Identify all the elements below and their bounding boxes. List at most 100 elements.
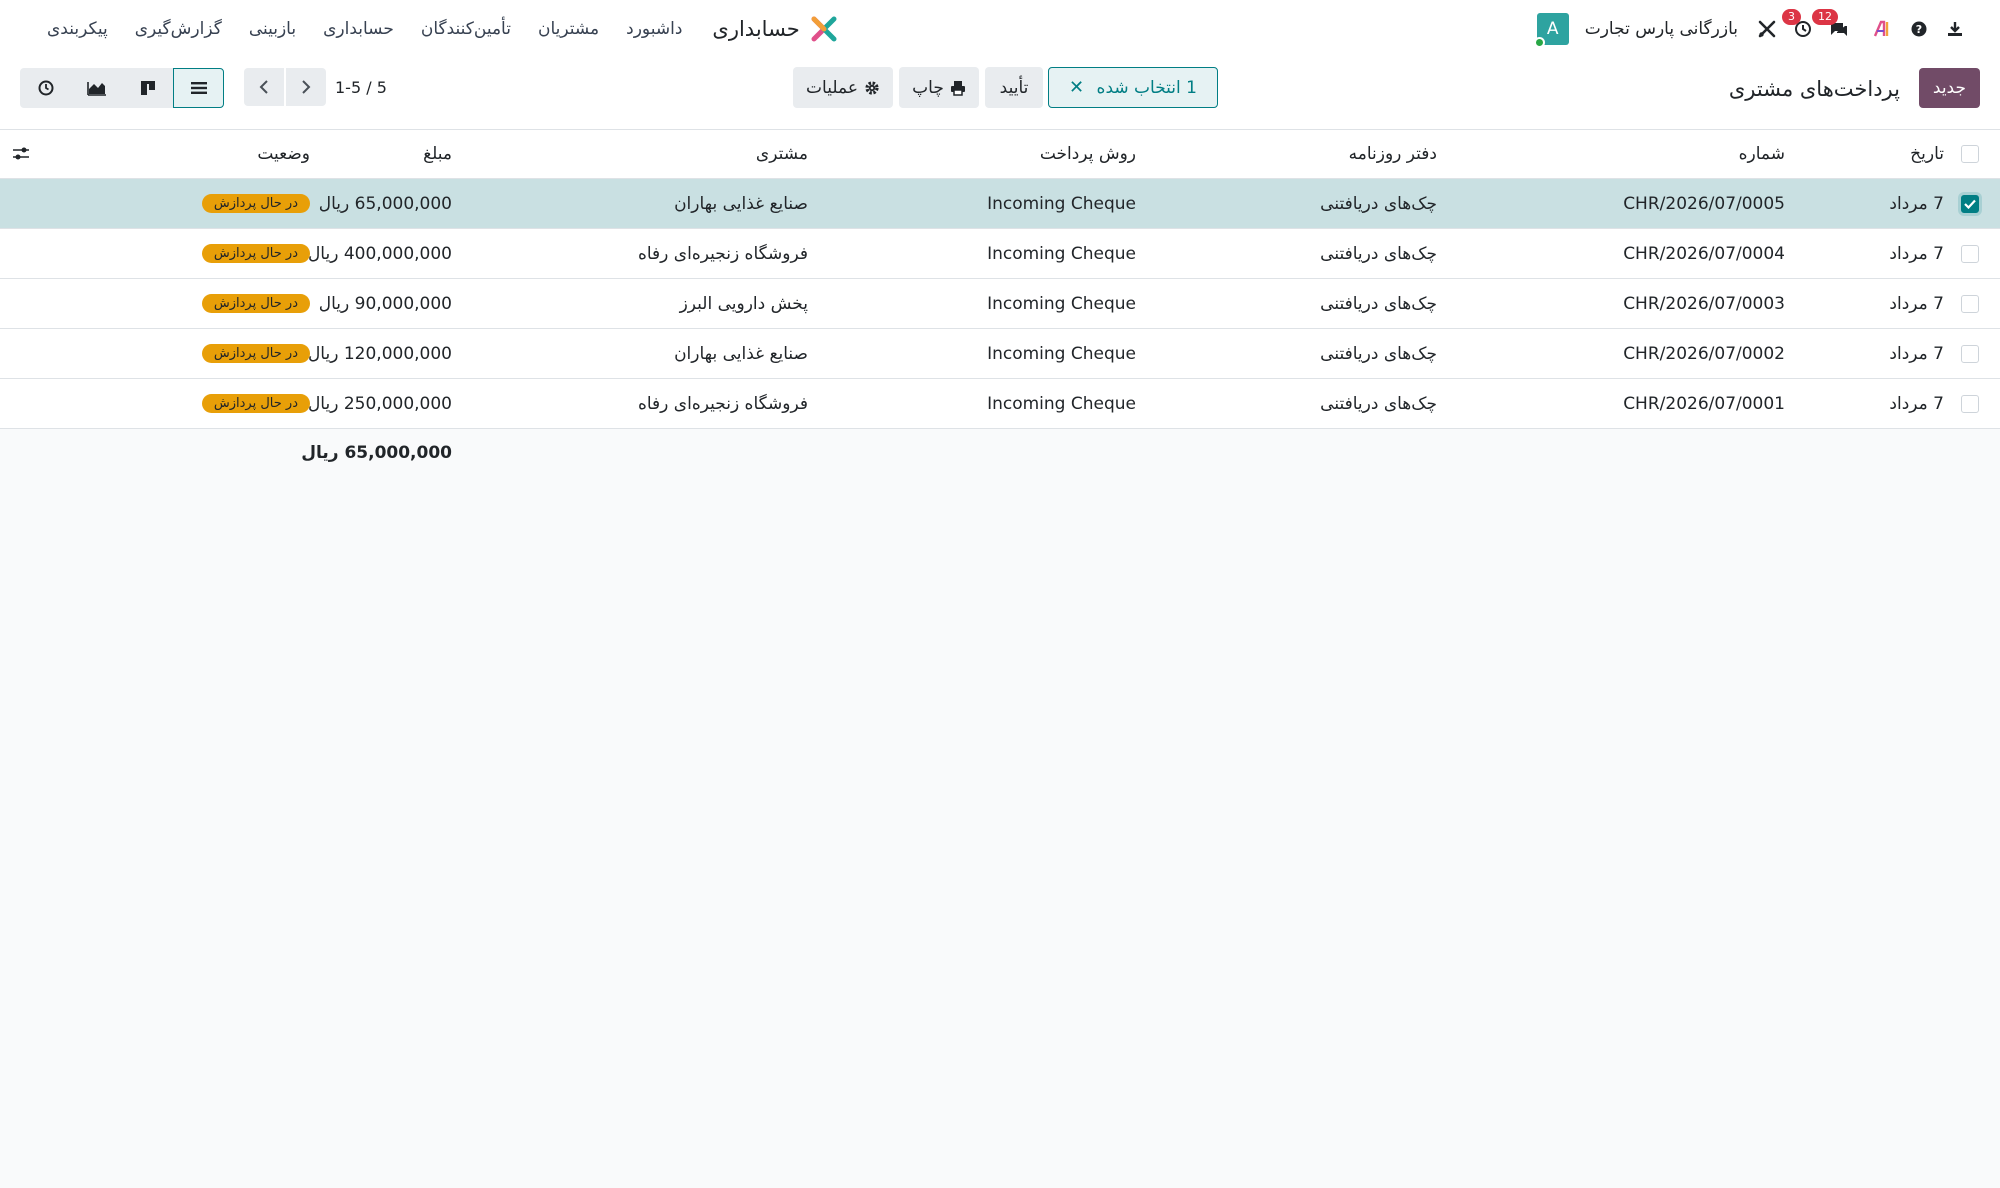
table-row[interactable]: 7 مرداد CHR/2026/07/0004 چک‌های دریافتنی… [0, 229, 2000, 279]
nav-item-reporting[interactable]: گزارش‌گیری [135, 19, 222, 39]
printer-icon [950, 80, 965, 96]
column-header-customer[interactable]: مشتری [756, 130, 808, 178]
row-checkbox[interactable] [1960, 179, 1980, 228]
status-badge: در حال پردازش [201, 194, 310, 213]
row-checkbox[interactable] [1960, 229, 1980, 278]
cell-number: CHR/2026/07/0001 [1623, 393, 1785, 414]
messages-icon[interactable]: 12 [1812, 9, 1850, 40]
cell-amount: 65,000,000 ریال [318, 193, 452, 214]
help-icon[interactable]: ? [1908, 18, 1930, 40]
cell-method: Incoming Cheque [987, 243, 1136, 264]
selection-indicator: 1 انتخاب شده ✕ [1048, 67, 1218, 108]
cell-amount: 120,000,000 ریال [307, 343, 452, 364]
nav-item-review[interactable]: بازبینی [249, 19, 296, 39]
cell-status: در حال پردازش [201, 329, 310, 378]
graph-view-button[interactable] [71, 68, 122, 108]
row-checkbox[interactable] [1960, 379, 1980, 428]
table-row[interactable]: 7 مرداد CHR/2026/07/0002 چک‌های دریافتنی… [0, 329, 2000, 379]
payments-list: تاریخ شماره دفتر روزنامه روش پرداخت مشتر… [0, 130, 2000, 477]
chevron-right-icon [302, 80, 311, 94]
nav-menu: داشبورد مشتریان تأمین‌کنندگان حسابداری ب… [20, 19, 682, 39]
cell-date: 7 مرداد [1889, 393, 1944, 414]
cell-number: CHR/2026/07/0005 [1623, 193, 1785, 214]
cell-customer: فروشگاه زنجیره‌ای رفاه [637, 393, 808, 414]
print-button[interactable]: چاپ [899, 67, 979, 108]
cell-method: Incoming Cheque [987, 293, 1136, 314]
pager-previous-button[interactable] [244, 68, 284, 106]
optional-columns-toggle[interactable] [12, 130, 30, 178]
cell-status: در حال پردازش [201, 229, 310, 278]
cell-amount: 400,000,000 ریال [307, 243, 452, 264]
gear-icon [865, 80, 879, 95]
kanban-view-button[interactable] [122, 68, 173, 108]
avatar-letter: A [1546, 19, 1559, 39]
activity-view-button[interactable] [20, 68, 71, 108]
messages-badge: 12 [1812, 9, 1838, 25]
cell-date: 7 مرداد [1889, 293, 1944, 314]
cell-customer: فروشگاه زنجیره‌ای رفاه [637, 243, 808, 264]
column-header-method[interactable]: روش پرداخت [1040, 130, 1136, 178]
cell-number: CHR/2026/07/0004 [1623, 243, 1785, 264]
chevron-left-icon [259, 80, 268, 94]
column-header-number[interactable]: شماره [1739, 130, 1785, 178]
table-row[interactable]: 7 مرداد CHR/2026/07/0005 چک‌های دریافتنی… [0, 179, 2000, 229]
cell-amount: 90,000,000 ریال [318, 293, 452, 314]
download-icon[interactable] [1944, 18, 1966, 40]
table-row[interactable]: 7 مرداد CHR/2026/07/0001 چک‌های دریافتنی… [0, 379, 2000, 429]
cell-customer: صنایع غذایی بهاران [674, 193, 808, 214]
nav-item-configuration[interactable]: پیکربندی [47, 19, 108, 39]
app-title[interactable]: حسابداری [712, 17, 799, 41]
row-checkbox[interactable] [1960, 279, 1980, 328]
user-avatar[interactable]: A [1533, 13, 1569, 48]
row-checkbox[interactable] [1960, 329, 1980, 378]
activities-badge: 3 [1782, 9, 1801, 25]
cell-method: Incoming Cheque [987, 193, 1136, 214]
activity-clock-icon [38, 80, 53, 96]
cell-status: در حال پردازش [201, 379, 310, 428]
clock-icon[interactable]: 3 [1782, 9, 1814, 40]
systray: A بازرگانی پارس تجارت 3 12 ? [1533, 9, 1980, 48]
app-logo-icon[interactable] [810, 15, 838, 43]
new-button[interactable]: جدید [1918, 68, 1980, 108]
area-chart-icon [86, 82, 106, 96]
main-nav: حسابداری داشبورد مشتریان تأمین‌کنندگان ح… [20, 15, 838, 43]
tools-icon[interactable] [1756, 18, 1778, 40]
cell-number: CHR/2026/07/0003 [1623, 293, 1785, 314]
column-header-journal[interactable]: دفتر روزنامه [1349, 130, 1437, 178]
table-row[interactable]: 7 مرداد CHR/2026/07/0003 چک‌های دریافتنی… [0, 279, 2000, 329]
confirm-button[interactable]: تأیید [985, 67, 1043, 108]
column-header-date[interactable]: تاریخ [1910, 130, 1944, 178]
ai-icon[interactable] [1872, 18, 1894, 40]
nav-item-accounting[interactable]: حسابداری [323, 19, 394, 39]
control-panel: جدید پرداخت‌های مشتری 1 انتخاب شده ✕ تأی… [0, 58, 2000, 130]
nav-item-dashboard[interactable]: داشبورد [626, 19, 682, 39]
cell-status: در حال پردازش [201, 179, 310, 228]
table-header: تاریخ شماره دفتر روزنامه روش پرداخت مشتر… [0, 130, 2000, 179]
status-badge: در حال پردازش [201, 394, 310, 413]
kanban-icon [140, 81, 155, 95]
svg-text:?: ? [1916, 23, 1922, 36]
pager-buttons [244, 68, 326, 106]
print-label: چاپ [912, 77, 944, 98]
actions-button[interactable]: عملیات [793, 67, 893, 108]
cell-journal: چک‌های دریافتنی [1320, 193, 1437, 214]
nav-item-vendors[interactable]: تأمین‌کنندگان [421, 19, 511, 39]
cell-journal: چک‌های دریافتنی [1320, 293, 1437, 314]
company-switcher[interactable]: بازرگانی پارس تجارت [1585, 19, 1738, 39]
selected-count: 1 انتخاب شده [1096, 77, 1197, 98]
pager-next-button[interactable] [286, 68, 326, 106]
column-header-status[interactable]: وضعیت [257, 130, 310, 178]
amount-total: 65,000,000 ریال [301, 443, 452, 463]
cell-status: در حال پردازش [201, 279, 310, 328]
view-switcher [20, 68, 224, 108]
cell-date: 7 مرداد [1889, 343, 1944, 364]
nav-item-customers[interactable]: مشتریان [538, 19, 599, 39]
pager-value[interactable]: 1-5 / 5 [335, 78, 387, 97]
select-all-checkbox[interactable] [1960, 130, 1980, 178]
page-title: پرداخت‌های مشتری [1728, 77, 1900, 101]
cell-date: 7 مرداد [1889, 193, 1944, 214]
clear-selection-icon[interactable]: ✕ [1069, 77, 1084, 98]
column-header-amount[interactable]: مبلغ [423, 130, 452, 178]
cell-method: Incoming Cheque [987, 343, 1136, 364]
list-view-button[interactable] [173, 68, 224, 108]
